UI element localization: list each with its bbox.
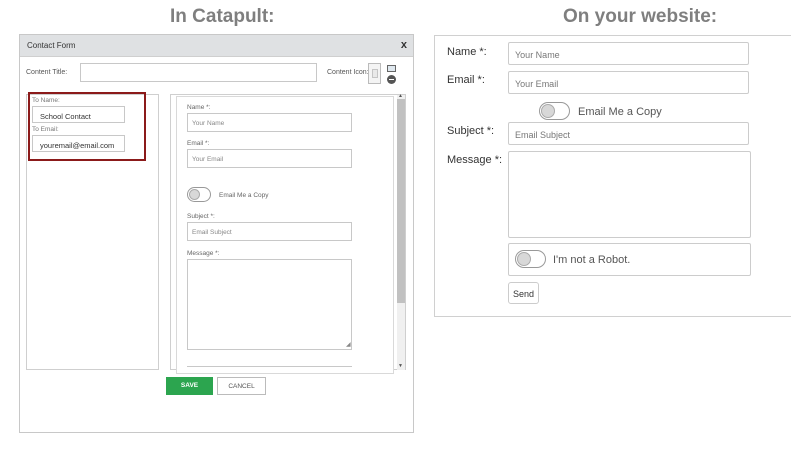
web-name-label: Name *: <box>447 46 487 58</box>
robot-label: I'm not a Robot. <box>553 254 631 266</box>
form-subject-input[interactable]: Email Subject <box>187 222 352 241</box>
web-email-input[interactable]: Your Email <box>508 71 749 94</box>
catapult-heading: In Catapult: <box>170 6 275 27</box>
form-next-field-edge <box>187 366 352 370</box>
web-email-label: Email *: <box>447 74 485 86</box>
remove-icon[interactable] <box>387 75 396 84</box>
form-subject-label: Subject *: <box>187 213 215 220</box>
content-title-input[interactable] <box>80 63 317 82</box>
scroll-up-icon[interactable]: ▲ <box>398 93 403 99</box>
web-copy-toggle[interactable] <box>539 102 570 120</box>
window-title: Contact Form <box>27 41 76 50</box>
to-name-input[interactable]: School Contact <box>32 106 125 123</box>
form-message-textarea[interactable] <box>187 259 352 350</box>
web-name-input[interactable]: Your Name <box>508 42 749 65</box>
form-copy-label: Email Me a Copy <box>219 192 269 199</box>
to-email-input[interactable]: youremail@email.com <box>32 135 125 152</box>
toggle-knob <box>517 252 531 266</box>
window-titlebar: Contact Form x <box>20 35 413 57</box>
form-copy-toggle[interactable] <box>187 187 211 202</box>
scrollbar-thumb[interactable] <box>397 99 405 303</box>
form-email-input[interactable]: Your Email <box>187 149 352 168</box>
toggle-knob <box>189 189 200 200</box>
catapult-editor-window: Contact Form x Content Title: Content Ic… <box>19 34 414 433</box>
resize-handle-icon[interactable]: ◢ <box>346 341 351 348</box>
form-message-label: Message *: <box>187 250 220 257</box>
close-icon[interactable]: x <box>401 39 407 51</box>
send-button[interactable]: Send <box>508 282 539 304</box>
website-form: Name *: Your Name Email *: Your Email Em… <box>434 35 791 317</box>
to-name-label: To Name: <box>32 97 60 104</box>
robot-check-box: I'm not a Robot. <box>508 243 751 276</box>
website-heading: On your website: <box>563 6 718 27</box>
cancel-button[interactable]: CANCEL <box>217 377 266 395</box>
content-icon-preview[interactable] <box>368 63 381 84</box>
web-subject-input[interactable]: Email Subject <box>508 122 749 145</box>
document-icon <box>372 69 378 78</box>
form-name-label: Name *: <box>187 104 211 111</box>
content-title-label: Content Title: <box>26 69 68 76</box>
web-message-textarea[interactable] <box>508 151 751 238</box>
image-icon[interactable] <box>387 65 396 72</box>
web-subject-label: Subject *: <box>447 125 495 137</box>
content-icon-label: Content Icon: <box>327 69 369 76</box>
save-button[interactable]: SAVE <box>166 377 213 395</box>
to-email-label: To Email: <box>32 126 59 133</box>
toggle-knob <box>541 104 555 118</box>
web-copy-label: Email Me a Copy <box>578 106 662 118</box>
form-email-label: Email *: <box>187 140 210 147</box>
scroll-down-icon[interactable]: ▼ <box>398 363 403 369</box>
form-name-input[interactable]: Your Name <box>187 113 352 132</box>
web-message-label: Message *: <box>447 154 503 166</box>
robot-toggle[interactable] <box>515 250 546 268</box>
